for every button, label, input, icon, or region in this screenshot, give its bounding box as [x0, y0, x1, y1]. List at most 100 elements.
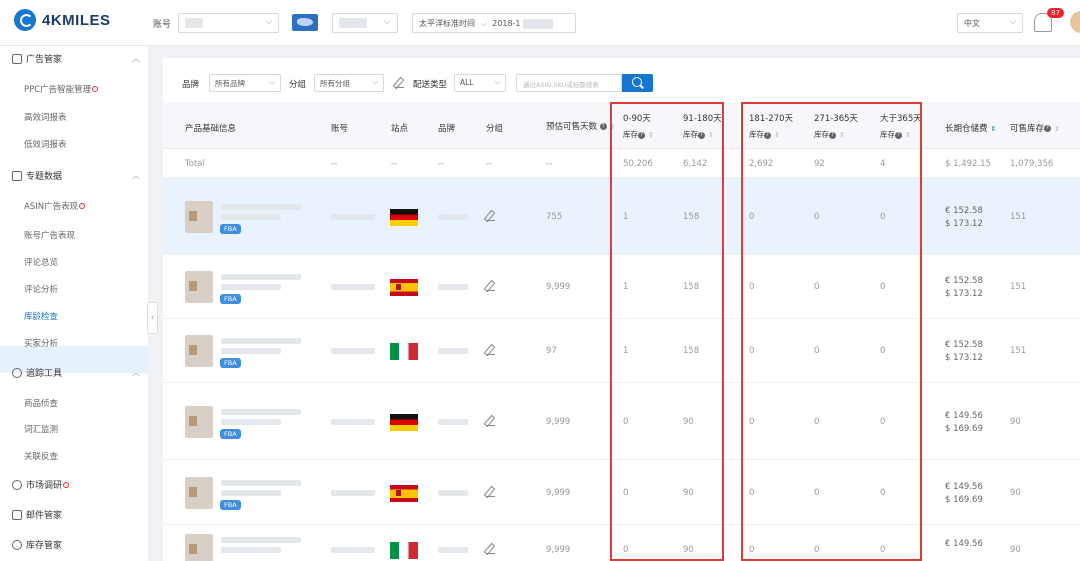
cell-sellable: 90 [1010, 417, 1021, 427]
product-sku-redacted [221, 547, 281, 553]
sidebar-item-review-overview[interactable]: 评论总览 [24, 256, 58, 268]
sidebar-group-ad-manager[interactable]: 广告管家 ︿ [12, 52, 140, 65]
world-map-icon[interactable] [292, 14, 318, 31]
edit-icon[interactable] [486, 545, 495, 554]
language-select[interactable]: 中文 ⌵ [957, 13, 1023, 33]
edit-icon[interactable] [486, 212, 495, 221]
fba-badge: FBA [220, 224, 241, 234]
cell-sellable: 151 [1010, 212, 1027, 222]
chevron-up-icon: ︿ [132, 368, 140, 377]
product-thumbnail [185, 477, 213, 509]
cell-fee-usd: $ 169.69 [945, 495, 983, 505]
main-content: 品牌 所有品牌 ⌵ 分组 所有分组 ⌵ 配送类型 ALL ⌵ 通过ASIN,SK… [163, 58, 1080, 561]
account-select[interactable]: ⌵ [178, 13, 279, 33]
product-thumbnail [185, 534, 213, 561]
chevron-up-icon: ︿ [132, 54, 140, 63]
cell-sellable: 90 [1010, 488, 1021, 498]
cell-fee-eur: € 152.58 [945, 340, 983, 350]
sidebar: 广告管家 ︿ PPC广告智能管理 高效词报表 低效词报表 专题数据 ︿ ASIN… [0, 46, 149, 561]
account-redacted [331, 419, 375, 425]
cell-sellable: 151 [1010, 346, 1027, 356]
ship-type-select[interactable]: ALL ⌵ [454, 74, 506, 92]
chevron-down-icon: ⌵ [1009, 17, 1016, 27]
product-sku-redacted [221, 490, 281, 496]
search-icon [12, 367, 22, 378]
topic-data-icon [12, 170, 22, 181]
account-redacted [331, 547, 375, 553]
sidebar-item-asin-ads[interactable]: ASIN广告表现 [24, 200, 86, 212]
col-product: 产品基础信息 [185, 124, 237, 134]
brand-redacted [438, 490, 468, 496]
cell-sellable: 90 [1010, 545, 1021, 555]
cell-fee-usd: $ 173.12 [945, 353, 983, 363]
cell-fee-eur: € 149.56 [945, 482, 983, 492]
sidebar-group-inventory-manager[interactable]: 库存管家 [12, 538, 140, 551]
col-days[interactable]: 预估可售天数 ? ⇕ [546, 120, 616, 132]
date-picker[interactable]: 太平洋标准时间 ⌵ 2018-1 [412, 13, 576, 33]
search-button[interactable] [622, 74, 653, 92]
help-icon: ? [599, 123, 607, 130]
edit-icon[interactable] [486, 488, 495, 497]
total-sellable: 1,079,356 [1010, 159, 1054, 169]
brand-redacted [438, 284, 468, 290]
cell-fee-eur: € 152.58 [945, 206, 983, 216]
sidebar-item-review-analysis[interactable]: 评论分析 [24, 283, 58, 295]
date-value-redacted [523, 18, 554, 29]
col-storage-fee[interactable]: 长期仓储费 ⇕ [945, 122, 996, 134]
marketplace-select[interactable]: ⌵ [332, 13, 398, 33]
product-thumbnail [185, 201, 213, 233]
col-site: 站点 [391, 124, 409, 134]
sidebar-group-email-manager[interactable]: 邮件管家 [12, 508, 140, 521]
sidebar-group-market-research[interactable]: 市场调研 [12, 478, 140, 491]
sidebar-item-ppc[interactable]: PPC广告智能管理 [24, 83, 99, 95]
sidebar-item-buyer-analysis[interactable]: 买家分析 [24, 337, 58, 349]
cell-sellable: 151 [1010, 282, 1027, 292]
col-sellable[interactable]: 可售库存? ⇕ [1010, 122, 1060, 134]
sidebar-item-keyword-monitor[interactable]: 词汇监测 [24, 423, 58, 435]
edit-icon[interactable] [395, 79, 404, 88]
brand-select[interactable]: 所有品牌 ⌵ [209, 74, 281, 92]
col-group: 分组 [486, 124, 504, 134]
sidebar-item-inefficient-words[interactable]: 低效词报表 [24, 138, 67, 150]
group-value: 所有分组 [320, 79, 350, 88]
account-value-redacted [185, 18, 203, 28]
product-thumbnail [185, 335, 213, 367]
sidebar-item-label: 词汇监测 [24, 425, 59, 435]
edit-icon[interactable] [486, 346, 495, 355]
sidebar-item-efficient-words[interactable]: 高效词报表 [24, 111, 67, 123]
cell-fee-usd: $ 173.12 [945, 289, 983, 299]
chevron-down-icon: ⌵ [372, 77, 378, 86]
group-select[interactable]: 所有分组 ⌵ [314, 74, 384, 92]
edit-icon[interactable] [486, 417, 495, 426]
sidebar-item-inventory-age[interactable]: 库龄检查 [24, 310, 58, 322]
sidebar-group-tracking-tools[interactable]: 追踪工具 ︿ [12, 366, 140, 379]
avatar[interactable] [1070, 11, 1080, 33]
highlight-box-181-plus [741, 102, 922, 561]
search-input[interactable]: 通过ASIN,SKU或标题搜索 [516, 74, 622, 92]
ad-manager-icon [12, 53, 22, 64]
search-placeholder: 通过ASIN,SKU或标题搜索 [523, 81, 599, 89]
product-thumbnail [185, 406, 213, 438]
sidebar-item-label: 评论总览 [24, 258, 59, 268]
sidebar-item-label: 关联反查 [24, 452, 59, 462]
filter-bar: 品牌 所有品牌 ⌵ 分组 所有分组 ⌵ 配送类型 ALL ⌵ 通过ASIN,SK… [163, 58, 1080, 103]
sidebar-collapse-button[interactable]: ‹ [147, 302, 158, 334]
col-brand: 品牌 [438, 124, 456, 134]
sidebar-group-topic-data[interactable]: 专题数据 ︿ [12, 169, 140, 182]
sidebar-item-account-ads[interactable]: 账号广告表现 [24, 229, 75, 241]
sidebar-item-reverse-lookup[interactable]: 关联反查 [24, 450, 58, 462]
total-account: -- [331, 159, 338, 169]
total-site: -- [391, 159, 398, 169]
target-icon [12, 479, 22, 490]
chevron-down-icon: ⌵ [494, 77, 500, 86]
top-bar: 4KMILES 账号 ⌵ ⌵ 太平洋标准时间 ⌵ 2018-1 中文 ⌵ 87 [0, 0, 1080, 46]
edit-icon[interactable] [486, 282, 495, 291]
sidebar-item-product-scout[interactable]: 商品侦查 [24, 397, 58, 409]
sidebar-group-label: 库存管家 [26, 541, 63, 551]
timezone-label: 太平洋标准时间 [419, 19, 475, 28]
chevron-down-icon: ⌵ [265, 17, 272, 27]
brand-redacted [438, 348, 468, 354]
sidebar-item-label: 库龄检查 [24, 312, 59, 322]
logo[interactable]: 4KMILES [14, 9, 111, 31]
sidebar-group-label: 专题数据 [26, 172, 63, 182]
